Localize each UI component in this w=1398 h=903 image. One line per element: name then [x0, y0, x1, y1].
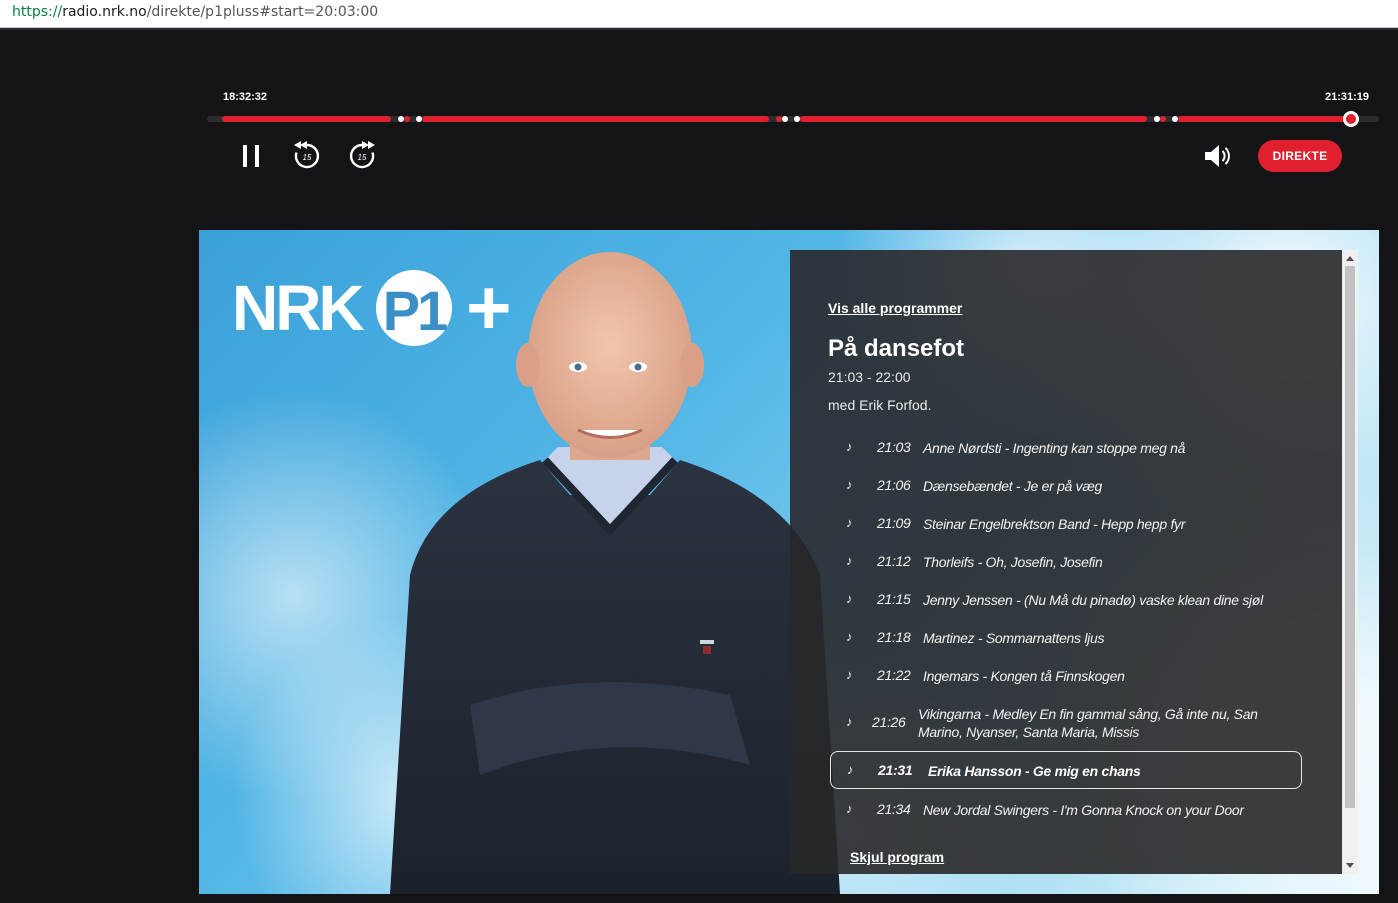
url-scheme: https://	[12, 4, 63, 20]
track-time: 21:09	[877, 515, 911, 531]
timeline-segment[interactable]	[800, 116, 1147, 122]
track-title: Thorleifs - Oh, Josefin, Josefin	[923, 554, 1103, 570]
url-text[interactable]: https://radio.nrk.no/direkte/p1pluss#sta…	[12, 4, 378, 20]
track-title: Vikingarna - Medley En fin gammal sång, …	[918, 706, 1258, 740]
volume-icon	[1205, 145, 1230, 167]
music-note-icon: ♪	[846, 553, 853, 568]
scroll-down-arrow[interactable]	[1346, 863, 1354, 868]
presenter-photo	[390, 252, 840, 894]
program-time: 21:03 - 22:00	[828, 369, 911, 385]
program-title: På dansefot	[828, 335, 965, 362]
hide-program-link[interactable]: Skjul program	[850, 849, 944, 865]
panel-scrollbar[interactable]	[1342, 250, 1358, 874]
timeline-playhead[interactable]	[1343, 111, 1359, 127]
timeline-gap-marker	[782, 116, 788, 122]
logo-brand-text: NRK	[232, 272, 364, 344]
forward-15-icon: 15	[349, 141, 375, 169]
volume-button[interactable]	[1200, 138, 1236, 174]
timeline-segment[interactable]	[1178, 116, 1350, 122]
address-bar[interactable]: https://radio.nrk.no/direkte/p1pluss#sta…	[0, 0, 1398, 28]
timeline-gap-marker	[404, 116, 410, 122]
track-time: 21:31	[878, 762, 913, 778]
forward-seconds-label: 15	[358, 153, 367, 162]
rewind-15-button[interactable]: 15	[289, 138, 325, 174]
pause-button[interactable]	[233, 138, 269, 174]
music-note-icon: ♪	[846, 714, 853, 729]
url-host: radio.nrk.no	[62, 4, 147, 20]
forward-15-button[interactable]: 15	[344, 138, 380, 174]
track-time: 21:26	[872, 714, 906, 730]
track-time: 21:18	[877, 629, 911, 645]
track-title: Martinez - Sommarnattens ljus	[923, 630, 1105, 646]
track-item-current[interactable]: ♪ 21:31 Erika Hansson - Ge mig en chans	[830, 751, 1302, 789]
scrollbar-thumb[interactable]	[1345, 266, 1355, 808]
track-title: Steinar Engelbrektson Band - Hepp hepp f…	[923, 516, 1186, 532]
timeline-end-time: 21:31:19	[1325, 91, 1370, 103]
timeline-gap-marker	[1160, 116, 1166, 122]
track-time: 21:34	[877, 801, 911, 817]
url-path: /direkte/p1pluss#start=20:03:00	[146, 4, 379, 20]
all-programs-link[interactable]: Vis alle programmer	[828, 300, 962, 316]
music-note-icon: ♪	[846, 515, 853, 530]
music-note-icon: ♪	[846, 477, 853, 492]
track-title: New Jordal Swingers - I'm Gonna Knock on…	[923, 802, 1244, 818]
track-title: Jenny Jenssen - (Nu Må du pinadø) vaske …	[923, 592, 1263, 608]
rewind-seconds-label: 15	[303, 153, 312, 162]
track-time: 21:06	[877, 477, 911, 493]
music-note-icon: ♪	[846, 439, 853, 454]
timeline-segment[interactable]	[422, 116, 769, 122]
program-host: med Erik Forfod.	[828, 397, 932, 413]
music-note-icon: ♪	[846, 801, 853, 816]
music-note-icon: ♪	[846, 667, 853, 682]
track-time: 21:22	[877, 667, 911, 683]
track-time: 21:03	[877, 439, 911, 455]
track-title: Erika Hansson - Ge mig en chans	[928, 763, 1141, 779]
scroll-up-arrow[interactable]	[1346, 256, 1354, 261]
rewind-15-icon: 15	[294, 141, 320, 169]
music-note-icon: ♪	[846, 591, 853, 606]
timeline-start-time: 18:32:32	[223, 91, 268, 103]
track-item[interactable]: ♪ 21:26 Vikingarna - Medley En fin gamma…	[830, 705, 1302, 745]
music-note-icon: ♪	[847, 762, 854, 777]
track-time: 21:15	[877, 591, 911, 607]
live-button[interactable]: DIREKTE	[1258, 140, 1342, 172]
track-title: Ingemars - Kongen tå Finnskogen	[923, 668, 1125, 684]
pause-icon	[243, 145, 259, 167]
track-time: 21:12	[877, 553, 911, 569]
timeline-segment[interactable]	[222, 116, 391, 122]
track-title: Anne Nørdsti - Ingenting kan stoppe meg …	[923, 440, 1186, 456]
track-title: Dænsebændet - Je er på væg	[923, 478, 1102, 494]
music-note-icon: ♪	[846, 629, 853, 644]
page-top-border	[0, 28, 1398, 30]
